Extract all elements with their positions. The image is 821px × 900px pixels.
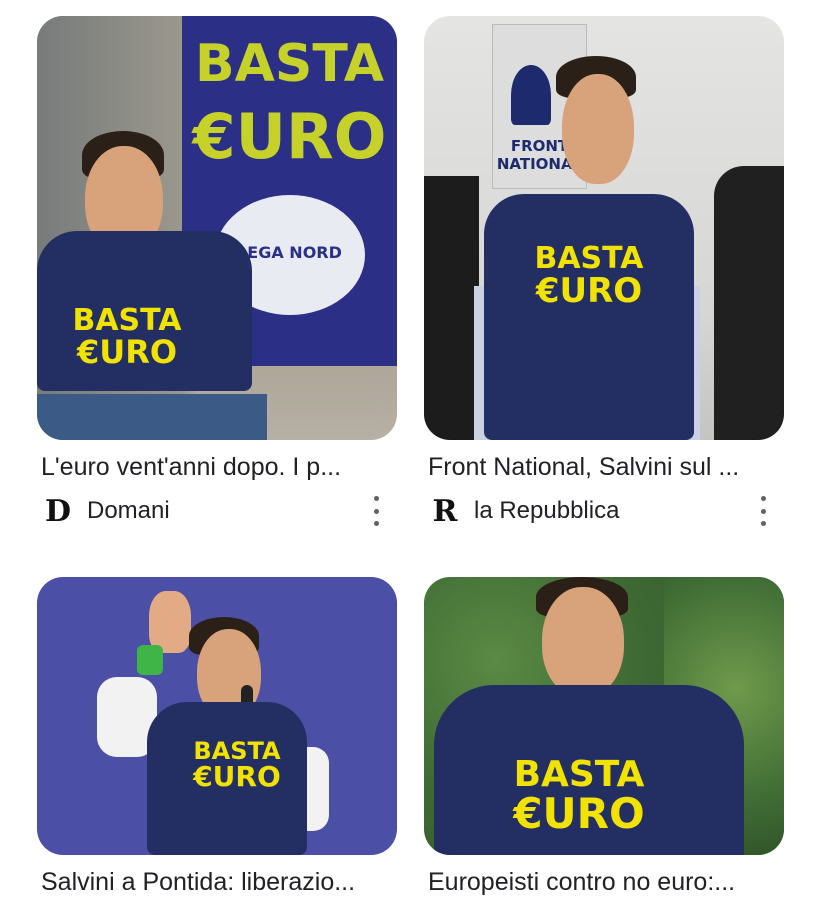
person-head [562, 74, 634, 184]
result-card[interactable]: BASTA €URO Salvini a Pontida: liberazio.… [37, 577, 397, 897]
result-image[interactable]: BASTA €URO [424, 577, 784, 855]
source-row[interactable]: R la Repubblica [424, 493, 784, 529]
result-title[interactable]: Front National, Salvini sul ... [424, 452, 776, 482]
slogan-line: €URO [535, 271, 643, 311]
result-image[interactable]: FRONT NATIONAL BASTA €URO [424, 16, 784, 440]
green-wristband [137, 645, 163, 675]
raised-hand [149, 591, 191, 653]
left-figure [424, 176, 479, 440]
person-head [542, 587, 624, 697]
person-shirt [484, 194, 694, 440]
domani-logo-icon: D [44, 493, 71, 529]
right-figure [714, 166, 784, 440]
badge-text: LEGA NORD [237, 243, 342, 262]
shirt-slogan: BASTA €URO [187, 739, 287, 791]
shirt-slogan: BASTA €URO [534, 241, 644, 311]
poster-text: €URO [192, 100, 387, 173]
slogan-line: BASTA [513, 754, 645, 795]
shirt-slogan: BASTA €URO [72, 303, 182, 371]
result-card[interactable]: BASTA €URO Europeisti contro no euro:... [424, 577, 784, 897]
result-image[interactable]: BASTA €URO [37, 577, 397, 855]
repubblica-logo-icon: R [432, 493, 458, 529]
slogan-line: BASTA [72, 303, 182, 338]
more-vert-icon[interactable] [369, 496, 383, 526]
image-results-grid: BASTA €URO LEGA NORD BASTA €URO L'euro v… [0, 0, 821, 900]
result-title[interactable]: Salvini a Pontida: liberazio... [37, 867, 389, 897]
result-title[interactable]: L'euro vent'anni dopo. I p... [37, 452, 389, 482]
result-image[interactable]: BASTA €URO LEGA NORD BASTA €URO [37, 16, 397, 440]
result-card[interactable]: BASTA €URO LEGA NORD BASTA €URO L'euro v… [37, 16, 397, 529]
result-card[interactable]: FRONT NATIONAL BASTA €URO Front National… [424, 16, 784, 529]
source-name[interactable]: la Repubblica [474, 497, 619, 525]
poster-flame [511, 65, 551, 125]
source-row[interactable]: D Domani [37, 493, 397, 529]
poster-text: BASTA [194, 34, 384, 94]
source-name[interactable]: Domani [87, 497, 170, 525]
slogan-line: €URO [193, 760, 281, 793]
result-title[interactable]: Europeisti contro no euro:... [424, 867, 776, 897]
shirt-slogan: BASTA €URO [504, 757, 654, 835]
slogan-line: €URO [76, 333, 178, 371]
slogan-line: BASTA [534, 241, 644, 276]
slogan-line: €URO [513, 789, 645, 838]
more-vert-icon[interactable] [756, 496, 770, 526]
person-jeans [37, 394, 267, 440]
